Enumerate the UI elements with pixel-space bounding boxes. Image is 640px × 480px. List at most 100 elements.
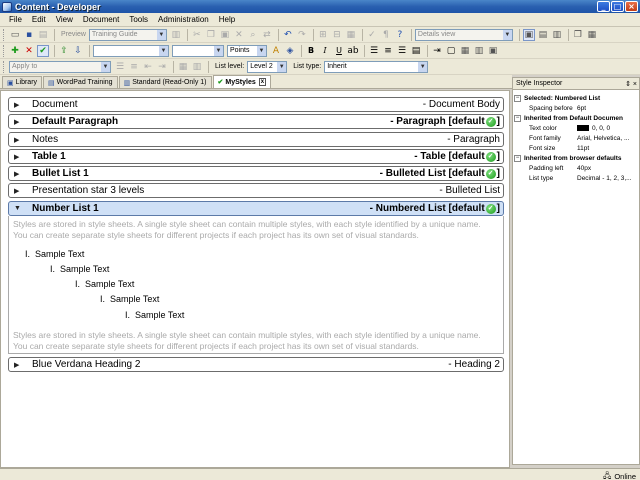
- section-bullet-list-1[interactable]: ▶ Bullet List 1 - Bulleted List [default…: [8, 166, 504, 181]
- align-center-icon[interactable]: ≡: [382, 45, 394, 57]
- paint-bucket-icon[interactable]: ◈: [284, 45, 296, 57]
- underline-button[interactable]: U: [333, 45, 345, 57]
- expand-arrow-icon[interactable]: ▶: [14, 170, 23, 178]
- maximize-button[interactable]: □: [611, 1, 624, 12]
- inspector-group-browser-defaults[interactable]: − Inherited from browser defaults: [513, 153, 639, 163]
- panel-view-icon[interactable]: ▥: [551, 29, 563, 41]
- find-icon[interactable]: ⌕: [247, 29, 259, 41]
- book-icon[interactable]: ▥: [170, 29, 182, 41]
- inspector-group-default-document[interactable]: − Inherited from Default Documen: [513, 113, 639, 123]
- box-icon[interactable]: ▣: [487, 45, 499, 57]
- expand-arrow-icon[interactable]: ▶: [14, 187, 23, 195]
- section-table-1[interactable]: ▶ Table 1 - Table [default ✓]: [8, 149, 504, 164]
- chevron-down-icon: ▼: [418, 61, 428, 72]
- tab-library[interactable]: ▣ Library: [2, 76, 43, 88]
- template-combo[interactable]: Training Guide ▼: [88, 28, 167, 41]
- table-icon[interactable]: ▦: [459, 45, 471, 57]
- close-button[interactable]: ×: [625, 1, 638, 12]
- preview-button[interactable]: Preview: [61, 31, 86, 38]
- expand-arrow-icon[interactable]: ▶: [14, 361, 23, 369]
- add-icon[interactable]: ✚: [9, 45, 21, 57]
- paste-icon[interactable]: ▣: [219, 29, 231, 41]
- style-combo[interactable]: ▼: [93, 44, 169, 57]
- collapse-icon[interactable]: −: [514, 94, 521, 102]
- tab-standard[interactable]: ▥ Standard (Read-Only 1): [118, 76, 212, 88]
- delete-icon[interactable]: ✕: [233, 29, 245, 41]
- collapse-icon[interactable]: −: [514, 154, 521, 162]
- size-combo[interactable]: ▼: [172, 44, 224, 57]
- columns-icon[interactable]: ▥: [191, 61, 203, 73]
- tab-close-icon[interactable]: x: [258, 78, 267, 86]
- tile-icon[interactable]: ▦: [586, 29, 598, 41]
- bold-button[interactable]: B: [305, 45, 317, 57]
- justify-icon[interactable]: ▤: [410, 45, 422, 57]
- strikethrough-icon[interactable]: ab: [347, 45, 359, 57]
- section-presentation-star[interactable]: ▶ Presentation star 3 levels - Bulleted …: [8, 183, 504, 198]
- spell-icon[interactable]: ✓: [366, 29, 378, 41]
- import-icon[interactable]: ⇪: [58, 45, 70, 57]
- accept-icon[interactable]: ✔: [37, 44, 49, 57]
- font-icon[interactable]: A: [270, 45, 282, 57]
- print-icon[interactable]: ▤: [37, 29, 49, 41]
- copy-icon[interactable]: ❐: [205, 29, 217, 41]
- italic-button[interactable]: I: [319, 45, 331, 57]
- collapse-arrow-icon[interactable]: ▼: [14, 205, 23, 212]
- export-icon[interactable]: ⇩: [72, 45, 84, 57]
- layout-view-icon[interactable]: ▣: [522, 28, 535, 41]
- redo-icon[interactable]: ↷: [296, 29, 308, 41]
- menu-file[interactable]: File: [4, 15, 27, 24]
- numbering-icon[interactable]: ≡: [128, 61, 140, 73]
- section-document[interactable]: ▶ Document - Document Body: [8, 97, 504, 112]
- list-type-combo[interactable]: Inherit ▼: [324, 60, 429, 73]
- expand-arrow-icon[interactable]: ▶: [14, 101, 23, 109]
- split-view-icon[interactable]: ▤: [537, 29, 549, 41]
- expand-arrow-icon[interactable]: ▶: [14, 118, 23, 126]
- inspector-title: Style Inspector: [516, 80, 563, 87]
- indent-icon[interactable]: ⇥: [431, 45, 443, 57]
- menu-administration[interactable]: Administration: [153, 15, 214, 24]
- remove-icon[interactable]: ✕: [23, 45, 35, 57]
- indent-more-icon[interactable]: ⇥: [156, 61, 168, 73]
- color-swatch: [577, 125, 589, 131]
- replace-icon[interactable]: ⇄: [261, 29, 273, 41]
- new-document-icon[interactable]: ▭: [9, 29, 21, 41]
- menu-tools[interactable]: Tools: [124, 15, 153, 24]
- align-right-icon[interactable]: ☰: [396, 45, 408, 57]
- tab-mystyles[interactable]: ✔ MyStyles x: [212, 75, 272, 88]
- menu-edit[interactable]: Edit: [27, 15, 51, 24]
- grid-icon[interactable]: ▦: [177, 61, 189, 73]
- tab-wordpad-training[interactable]: ▤ WordPad Training: [43, 76, 118, 88]
- inspector-row: Spacing before 6pt: [529, 104, 587, 112]
- inspector-pin-close-icon[interactable]: ⇕ ×: [625, 80, 637, 88]
- bullets-icon[interactable]: ☰: [114, 61, 126, 73]
- section-notes[interactable]: ▶ Notes - Paragraph: [8, 132, 504, 147]
- link-icon[interactable]: ⊟: [331, 29, 343, 41]
- minimize-button[interactable]: _: [597, 1, 610, 12]
- list-level-combo[interactable]: Level 2 ▼: [247, 60, 288, 73]
- undo-icon[interactable]: ↶: [282, 29, 294, 41]
- section-number-list-1[interactable]: ▼ Number List 1 - Numbered List [default…: [8, 201, 504, 216]
- help-icon[interactable]: ?: [394, 29, 406, 41]
- apply-to-combo[interactable]: Apply to ▼: [9, 60, 111, 73]
- cut-icon[interactable]: ✂: [191, 29, 203, 41]
- inspector-group-selected[interactable]: − Selected: Numbered List: [513, 93, 639, 103]
- insert-icon[interactable]: ⊞: [317, 29, 329, 41]
- view-combo[interactable]: Details view ▼: [414, 28, 513, 41]
- collapse-icon[interactable]: −: [514, 114, 521, 122]
- section-default-paragraph[interactable]: ▶ Default Paragraph - Paragraph [default…: [8, 114, 504, 129]
- menu-help[interactable]: Help: [214, 15, 240, 24]
- expand-arrow-icon[interactable]: ▶: [14, 153, 23, 161]
- menu-view[interactable]: View: [51, 15, 78, 24]
- window-icon[interactable]: ❐: [572, 29, 584, 41]
- save-icon[interactable]: ▪: [23, 29, 35, 41]
- section-blue-verdana-heading-2[interactable]: ▶ Blue Verdana Heading 2 - Heading 2: [8, 357, 504, 372]
- units-combo[interactable]: Points ▼: [227, 44, 267, 57]
- list-icon[interactable]: ▥: [473, 45, 485, 57]
- border-icon[interactable]: ▢: [445, 45, 457, 57]
- align-left-icon[interactable]: ☰: [368, 45, 380, 57]
- expand-arrow-icon[interactable]: ▶: [14, 136, 23, 144]
- image-icon[interactable]: ▦: [345, 29, 357, 41]
- format-icon[interactable]: ¶: [380, 29, 392, 41]
- menu-document[interactable]: Document: [78, 15, 124, 24]
- outdent-icon[interactable]: ⇤: [142, 61, 154, 73]
